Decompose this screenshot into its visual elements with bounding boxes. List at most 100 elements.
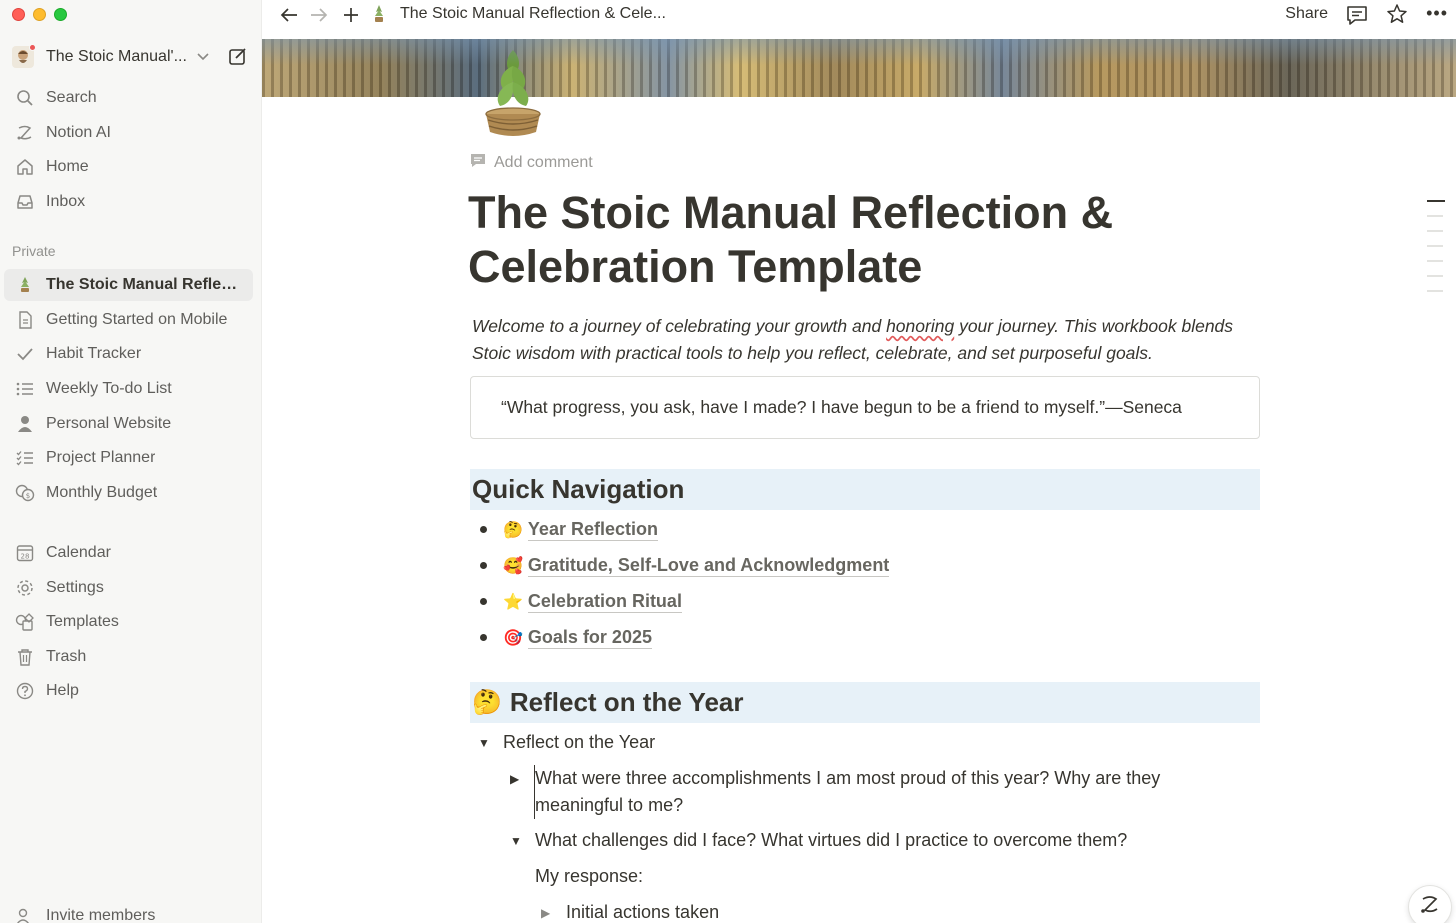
- sidebar-item-monthly-budget[interactable]: $ Monthly Budget: [4, 477, 253, 509]
- bullet-dot: [480, 598, 487, 605]
- sidebar-item-trash[interactable]: Trash: [4, 641, 253, 673]
- sidebar-item-notion-ai[interactable]: Notion AI: [4, 117, 253, 149]
- sidebar-item-search[interactable]: Search: [4, 82, 253, 114]
- notion-ai-floating-button[interactable]: [1408, 885, 1452, 923]
- toc-marker[interactable]: [1427, 275, 1443, 277]
- calendar-icon: 28: [14, 542, 36, 564]
- svg-text:28: 28: [21, 553, 30, 561]
- window-controls: [12, 8, 67, 21]
- breadcrumb-page-title[interactable]: The Stoic Manual Reflection & Cele...: [400, 5, 666, 23]
- my-response-label[interactable]: My response:: [535, 866, 643, 887]
- more-options-icon[interactable]: •••: [1426, 3, 1448, 24]
- goals-link[interactable]: Goals for 2025: [527, 626, 652, 649]
- invite-members-button[interactable]: Invite members: [4, 900, 253, 923]
- page-cover-image[interactable]: [262, 39, 1456, 97]
- toggle-accomplishments[interactable]: ▶ What were three accomplishments I am m…: [510, 765, 1190, 819]
- chevron-down-icon[interactable]: [197, 50, 209, 64]
- toc-marker[interactable]: [1427, 200, 1445, 202]
- quick-navigation-heading[interactable]: Quick Navigation: [470, 469, 1260, 510]
- sidebar-item-label: Home: [46, 158, 89, 175]
- toggle-reflect-on-year[interactable]: ▼ Reflect on the Year: [478, 729, 1268, 757]
- table-of-contents-minimap[interactable]: [1427, 200, 1445, 305]
- year-reflection-link[interactable]: Year Reflection: [527, 518, 658, 541]
- sidebar-item-label: Weekly To-do List: [46, 380, 172, 397]
- seneca-quote: “What progress, you ask, have I made? I …: [501, 397, 1182, 417]
- sidebar-item-calendar[interactable]: 28 Calendar: [4, 537, 253, 569]
- checklist-icon: [14, 447, 36, 469]
- minimize-window-button[interactable]: [33, 8, 46, 21]
- gratitude-link[interactable]: Gratitude, Self-Love and Acknowledgment: [527, 554, 890, 577]
- top-bar: The Stoic Manual Reflection & Cele... Sh…: [262, 0, 1456, 30]
- search-icon: [14, 87, 36, 109]
- quote-callout[interactable]: “What progress, you ask, have I made? I …: [470, 376, 1260, 439]
- toc-marker[interactable]: [1427, 290, 1443, 292]
- smiling-hearts-face-icon: 🥰: [503, 557, 523, 575]
- quick-nav-item[interactable]: 🥰 Gratitude, Self-Love and Acknowledgmen…: [480, 554, 890, 577]
- document-icon: [14, 309, 36, 331]
- sidebar-item-inbox[interactable]: Inbox: [4, 186, 253, 218]
- quick-nav-item[interactable]: 🤔 Year Reflection: [480, 518, 658, 541]
- sidebar-item-home[interactable]: Home: [4, 151, 253, 183]
- sidebar-item-label: Trash: [46, 648, 87, 665]
- reflect-on-year-heading[interactable]: 🤔 Reflect on the Year: [470, 682, 1260, 723]
- star-icon: ⭐: [503, 593, 523, 611]
- toggle-closed-arrow-icon[interactable]: ▶: [510, 765, 530, 819]
- toggle-closed-arrow-icon[interactable]: ▶: [541, 899, 561, 923]
- sidebar-item-weekly-todo[interactable]: Weekly To-do List: [4, 373, 253, 405]
- quick-nav-item[interactable]: 🎯 Goals for 2025: [480, 626, 652, 649]
- toggle-open-arrow-icon[interactable]: ▼: [478, 729, 498, 757]
- quick-nav-item[interactable]: ⭐ Celebration Ritual: [480, 590, 682, 613]
- add-comment-button[interactable]: Add comment: [470, 152, 593, 173]
- workspace-switcher[interactable]: The Stoic Manual'...: [12, 44, 252, 70]
- people-icon: [14, 905, 36, 923]
- workspace-avatar: [12, 44, 36, 68]
- close-window-button[interactable]: [12, 8, 25, 21]
- laurel-page-icon: [14, 274, 36, 296]
- back-arrow-icon[interactable]: [278, 4, 300, 26]
- person-icon: [14, 413, 36, 435]
- page-title[interactable]: The Stoic Manual Reflection & Celebratio…: [468, 186, 1188, 294]
- private-section-label[interactable]: Private: [12, 243, 56, 259]
- toc-marker[interactable]: [1427, 215, 1443, 217]
- laurel-page-icon: [372, 4, 386, 28]
- sidebar-item-label: Templates: [46, 613, 119, 630]
- sidebar-item-settings[interactable]: Settings: [4, 572, 253, 604]
- sidebar-item-personal-website[interactable]: Personal Website: [4, 408, 253, 440]
- sidebar-item-help[interactable]: Help: [4, 675, 253, 707]
- notification-dot: [29, 44, 36, 51]
- sidebar-item-label: Search: [46, 89, 97, 106]
- sidebar-item-stoic-manual[interactable]: The Stoic Manual Reflect...: [4, 269, 253, 301]
- sidebar-item-getting-started[interactable]: Getting Started on Mobile: [4, 304, 253, 336]
- sidebar-item-project-planner[interactable]: Project Planner: [4, 442, 253, 474]
- maximize-window-button[interactable]: [54, 8, 67, 21]
- new-page-icon[interactable]: [228, 46, 248, 71]
- sidebar-item-templates[interactable]: Templates: [4, 606, 253, 638]
- favorite-star-icon[interactable]: [1386, 3, 1408, 30]
- toc-marker[interactable]: [1427, 260, 1443, 262]
- comment-icon: [470, 152, 486, 173]
- sidebar-item-label: Help: [46, 682, 79, 699]
- toc-marker[interactable]: [1427, 230, 1443, 232]
- sidebar-item-habit-tracker[interactable]: Habit Tracker: [4, 338, 253, 370]
- gear-icon: [14, 577, 36, 599]
- toggle-challenges[interactable]: ▼ What challenges did I face? What virtu…: [510, 827, 1270, 855]
- sidebar-item-label: Personal Website: [46, 415, 172, 432]
- thinking-face-icon: 🤔: [503, 521, 523, 539]
- toc-marker[interactable]: [1427, 245, 1443, 247]
- toggle-open-arrow-icon[interactable]: ▼: [510, 827, 530, 855]
- share-button[interactable]: Share: [1285, 5, 1328, 23]
- templates-icon: [14, 611, 36, 633]
- comments-icon[interactable]: [1346, 4, 1368, 31]
- invite-members-label: Invite members: [46, 907, 156, 923]
- new-tab-plus-icon[interactable]: [340, 4, 362, 26]
- intro-paragraph[interactable]: Welcome to a journey of celebrating your…: [472, 313, 1262, 367]
- misspelled-word[interactable]: honoring: [886, 316, 954, 336]
- forward-arrow-icon[interactable]: [308, 4, 330, 26]
- celebration-ritual-link[interactable]: Celebration Ritual: [527, 590, 682, 613]
- toggle-initial-actions[interactable]: ▶ Initial actions taken: [541, 899, 941, 923]
- add-comment-label: Add comment: [494, 153, 593, 171]
- checkmark-icon: [14, 343, 36, 365]
- bullet-dot: [480, 634, 487, 641]
- sidebar-item-label: Settings: [46, 579, 104, 596]
- bullet-dot: [480, 526, 487, 533]
